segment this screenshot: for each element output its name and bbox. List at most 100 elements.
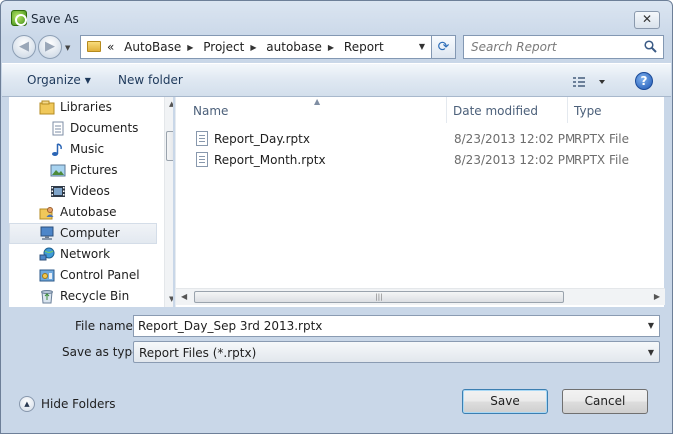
- nav-item-label: Computer: [60, 226, 120, 240]
- forward-button[interactable]: ▶: [38, 35, 62, 59]
- column-header-date[interactable]: Date modified: [447, 97, 567, 123]
- navigation-pane: Libraries Documents Music Pictures Video…: [9, 97, 173, 307]
- libraries-icon: [39, 100, 55, 115]
- scrollbar-thumb[interactable]: |||: [194, 291, 564, 303]
- help-button[interactable]: ?: [635, 72, 653, 90]
- save-as-dialog: Save As ✕ ◀ ▶ ▼ « AutoBase ▶ Project ▶ aut…: [0, 0, 673, 434]
- breadcrumb-item-autobase[interactable]: autobase: [266, 40, 322, 54]
- nav-item-documents[interactable]: Documents: [9, 118, 157, 139]
- nav-item-label: Control Panel: [60, 268, 140, 282]
- search-input[interactable]: [464, 36, 642, 58]
- column-header-label: Type: [574, 104, 602, 118]
- file-list-horizontal-scrollbar[interactable]: ◀ ||| ▶: [176, 288, 665, 305]
- file-row[interactable]: Report_Day.rptx 8/23/2013 12:02 PM RPTX …: [194, 128, 654, 149]
- network-icon: [39, 247, 55, 261]
- nav-item-music[interactable]: Music: [9, 139, 157, 160]
- nav-item-libraries[interactable]: Libraries: [9, 97, 157, 118]
- nav-item-label: Videos: [70, 184, 110, 198]
- column-header-name[interactable]: Name: [176, 97, 446, 123]
- chevron-down-icon[interactable]: ▼: [648, 321, 654, 330]
- nav-item-label: Autobase: [60, 205, 117, 219]
- breadcrumb-separator-icon[interactable]: ▶: [328, 43, 334, 52]
- nav-item-label: Libraries: [60, 100, 112, 114]
- scroll-left-icon[interactable]: ◀: [181, 292, 187, 301]
- view-list-icon: [573, 77, 585, 87]
- organize-label: Organize: [27, 73, 81, 87]
- folder-icon: [87, 41, 101, 52]
- search-box: [463, 35, 664, 59]
- title-bar: Save As ✕: [1, 1, 672, 31]
- file-type: RPTX File: [574, 132, 630, 146]
- address-dropdown-icon[interactable]: ▼: [419, 42, 425, 51]
- nav-item-pictures[interactable]: Pictures: [9, 160, 157, 181]
- change-view-button[interactable]: [572, 74, 612, 90]
- nav-pane-scrollbar[interactable]: ▲ ▼: [164, 97, 173, 307]
- file-row[interactable]: Report_Month.rptx 8/23/2013 12:02 PM RPT…: [194, 149, 654, 170]
- window-title: Save As: [31, 12, 79, 26]
- file-name-field[interactable]: [134, 316, 639, 336]
- cancel-button[interactable]: Cancel: [562, 389, 648, 414]
- nav-item-control-panel[interactable]: Control Panel: [9, 265, 157, 286]
- new-folder-button[interactable]: New folder: [118, 73, 183, 87]
- nav-item-autobase[interactable]: Autobase: [9, 202, 157, 223]
- file-icon: [196, 152, 208, 167]
- nav-item-computer[interactable]: Computer: [9, 223, 157, 244]
- address-row: ◀ ▶ ▼ « AutoBase ▶ Project ▶ autobase ▶ Rep…: [1, 31, 672, 63]
- nav-item-label: Documents: [70, 121, 139, 135]
- chevron-down-icon: ▼: [65, 44, 71, 52]
- hide-folders-label: Hide Folders: [41, 397, 116, 411]
- control-panel-icon: [39, 269, 55, 282]
- scroll-down-icon[interactable]: ▼: [169, 295, 173, 303]
- file-list: ▲ Name Date modified Type Report_Day.rpt…: [175, 97, 665, 307]
- save-as-type-select[interactable]: Report Files (*.rptx) ▼: [133, 341, 660, 363]
- file-name: Report_Day.rptx: [214, 132, 310, 146]
- close-button[interactable]: ✕: [634, 11, 660, 29]
- nav-item-videos[interactable]: Videos: [9, 181, 157, 202]
- chevron-up-icon: ▲: [19, 396, 35, 412]
- column-header-label: Date modified: [453, 104, 539, 118]
- organize-button[interactable]: Organize ▼: [27, 73, 91, 87]
- videos-icon: [51, 186, 65, 197]
- column-header-type[interactable]: Type: [568, 97, 664, 123]
- breadcrumb-item-autobase-root[interactable]: AutoBase: [124, 40, 181, 54]
- refresh-icon: ⟳: [437, 39, 450, 55]
- breadcrumb-item-project[interactable]: Project: [203, 40, 244, 54]
- nav-item-label: Pictures: [70, 163, 118, 177]
- column-header-label: Name: [193, 104, 229, 118]
- save-button[interactable]: Save: [462, 389, 548, 414]
- computer-icon: [40, 226, 54, 240]
- command-bar: Organize ▼ New folder ?: [2, 63, 671, 97]
- pictures-icon: [50, 164, 66, 177]
- breadcrumb-separator-icon[interactable]: ▶: [250, 43, 256, 52]
- file-name-label: File name:: [75, 319, 137, 333]
- refresh-button[interactable]: ⟳: [432, 35, 456, 59]
- scroll-up-icon[interactable]: ▲: [169, 100, 173, 108]
- chevron-down-icon: ▼: [84, 76, 91, 85]
- chevron-down-icon: [599, 80, 605, 84]
- breadcrumb-overflow[interactable]: «: [107, 40, 114, 54]
- nav-item-recycle-bin[interactable]: Recycle Bin: [9, 286, 157, 307]
- save-as-type-label: Save as type:: [62, 345, 144, 359]
- recycle-bin-icon: [41, 290, 53, 304]
- nav-item-label: Recycle Bin: [60, 289, 130, 303]
- breadcrumb-separator-icon[interactable]: ▶: [187, 43, 193, 52]
- file-icon: [196, 131, 208, 146]
- address-bar[interactable]: « AutoBase ▶ Project ▶ autobase ▶ Report ▼: [80, 35, 432, 59]
- breadcrumb: « AutoBase ▶ Project ▶ autobase ▶ Report: [107, 40, 390, 54]
- nav-item-network[interactable]: Network: [9, 244, 157, 265]
- file-date: 8/23/2013 12:02 PM: [454, 132, 576, 146]
- save-as-type-value: Report Files (*.rptx): [139, 346, 257, 360]
- nav-item-label: Network: [60, 247, 111, 261]
- recent-pages-button[interactable]: ▼: [65, 44, 73, 52]
- close-icon: ✕: [641, 12, 653, 26]
- breadcrumb-item-report[interactable]: Report: [344, 40, 384, 54]
- user-folder-icon: [39, 207, 54, 220]
- file-type: RPTX File: [574, 153, 630, 167]
- scroll-right-icon[interactable]: ▶: [654, 292, 660, 301]
- forward-arrow-icon: ▶: [45, 39, 55, 54]
- scrollbar-thumb[interactable]: [166, 131, 173, 161]
- file-name-combobox: ▼: [133, 315, 660, 337]
- back-button[interactable]: ◀: [12, 35, 36, 59]
- chevron-down-icon: ▼: [647, 348, 654, 357]
- search-icon[interactable]: [644, 40, 657, 53]
